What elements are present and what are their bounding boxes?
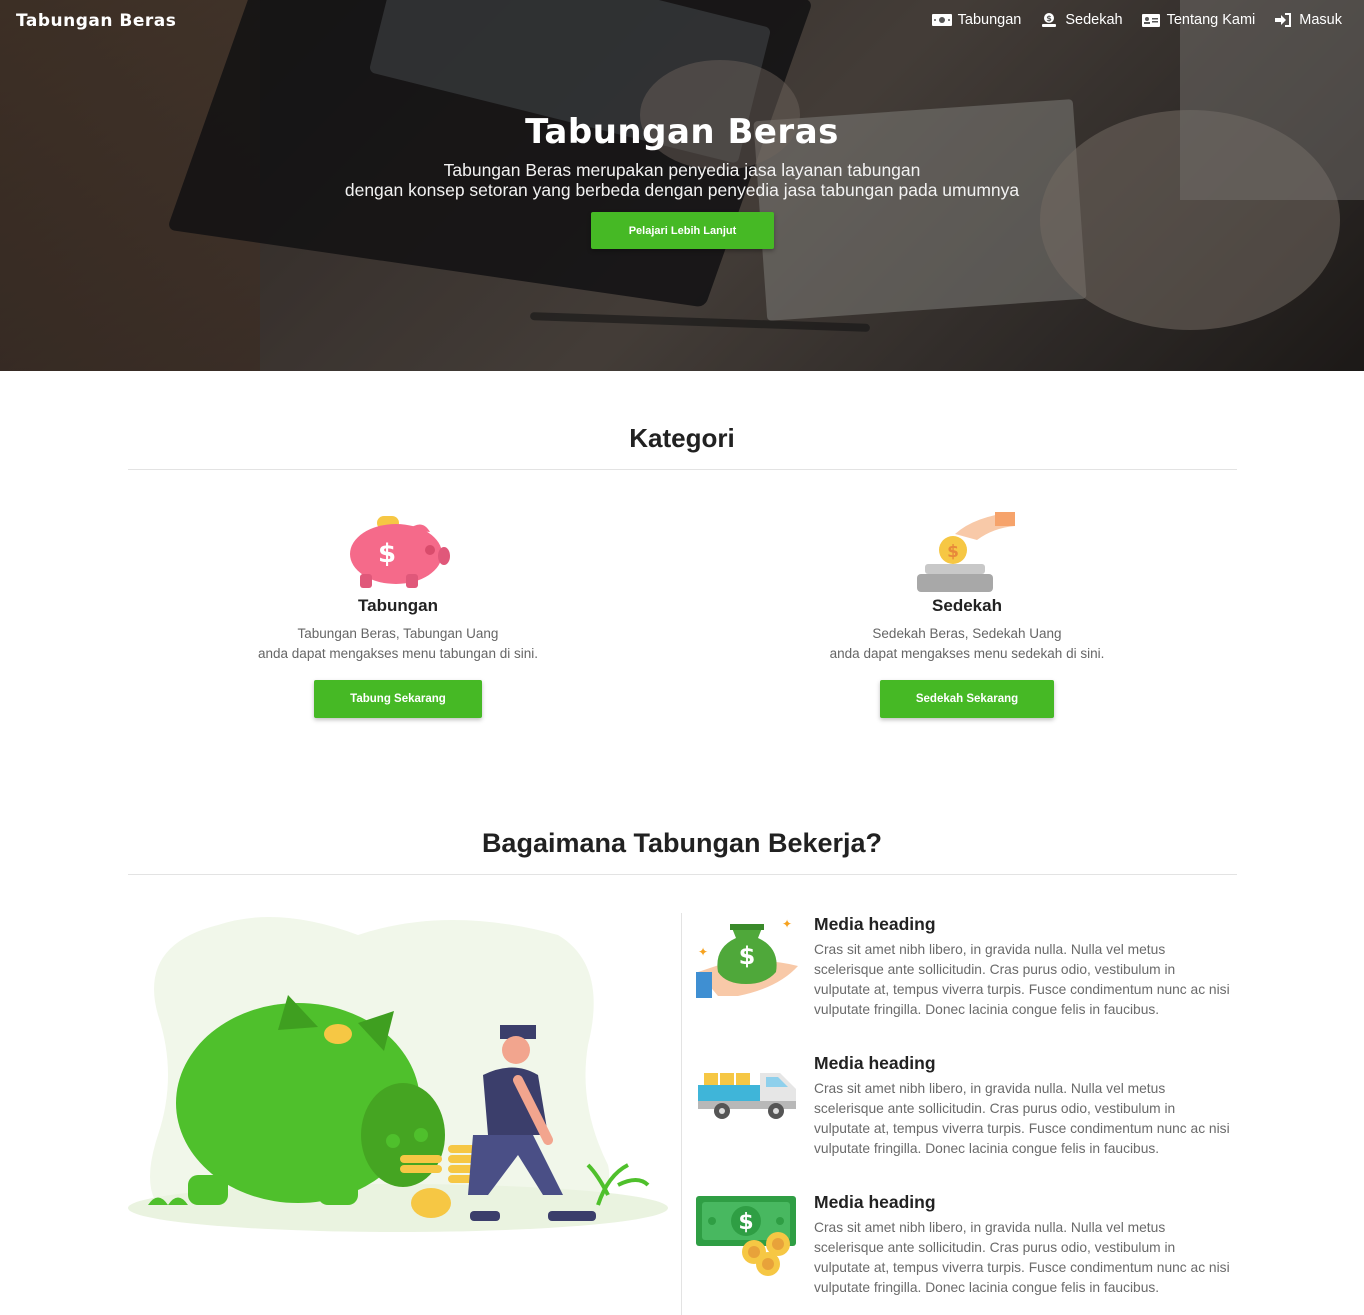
learn-more-button[interactable]: Pelajari Lebih Lanjut	[591, 212, 774, 249]
media-heading: Media heading	[814, 1192, 936, 1212]
navbar: Tabungan Beras Tabungan $ Sedekah Tentan…	[0, 0, 1364, 44]
category-desc: Tabungan Beras, Tabungan Uang anda dapat…	[218, 624, 578, 664]
nav-item-label: Masuk	[1299, 12, 1342, 28]
media-item: $ Media heading Cras sit amet nibh liber…	[696, 1192, 1236, 1315]
sign-in-icon	[1273, 12, 1293, 28]
svg-text:✦: ✦	[782, 917, 792, 931]
svg-text:$: $	[738, 1210, 753, 1235]
svg-text:$: $	[947, 542, 959, 562]
media-text: Cras sit amet nibh libero, in gravida nu…	[814, 942, 1230, 1017]
media-heading: Media heading	[814, 1053, 936, 1073]
category-desc-line1: Tabungan Beras, Tabungan Uang	[297, 626, 499, 641]
media-body: Media heading Cras sit amet nibh libero,…	[814, 914, 1234, 1020]
brand-logo[interactable]: Tabungan Beras	[16, 11, 176, 31]
hero-banner: Tabungan Beras Tabungan $ Sedekah Tentan…	[0, 0, 1364, 371]
money-bag-hand-icon: $ ✦ ✦	[696, 914, 800, 1000]
id-card-icon	[1141, 12, 1161, 28]
piggy-bank-person-illustration	[128, 905, 668, 1245]
media-text: Cras sit amet nibh libero, in gravida nu…	[814, 1081, 1230, 1156]
how-divider	[128, 874, 1237, 875]
delivery-truck-icon	[696, 1053, 800, 1139]
svg-text:$: $	[739, 942, 756, 970]
category-card-sedekah: $ Sedekah Sedekah Beras, Sedekah Uang an…	[787, 510, 1147, 664]
media-item: $ ✦ ✦ Media heading Cras sit amet nibh l…	[696, 914, 1236, 1044]
how-it-works-title: Bagaimana Tabungan Bekerja?	[481, 828, 883, 858]
hero-subtitle-line2: dengan konsep setoran yang berbeda denga…	[344, 180, 1020, 200]
tabung-sekarang-button[interactable]: Tabung Sekarang	[314, 680, 482, 718]
media-heading: Media heading	[814, 914, 936, 934]
nav-item-label: Sedekah	[1065, 12, 1123, 28]
nav-item-tentang-kami[interactable]: Tentang Kami	[1141, 12, 1256, 28]
media-item: Media heading Cras sit amet nibh libero,…	[696, 1053, 1236, 1183]
how-vertical-divider	[681, 913, 682, 1315]
svg-text:$: $	[378, 539, 396, 569]
media-text: Cras sit amet nibh libero, in gravida nu…	[814, 1220, 1230, 1295]
nav-item-masuk[interactable]: Masuk	[1273, 12, 1342, 28]
hero-title: Tabungan Beras	[525, 112, 839, 152]
nav-item-tabungan[interactable]: Tabungan	[931, 12, 1022, 28]
media-body: Media heading Cras sit amet nibh libero,…	[814, 1053, 1234, 1159]
money-bill-icon	[931, 12, 952, 28]
cash-coins-icon: $	[696, 1192, 800, 1278]
nav-item-sedekah[interactable]: $ Sedekah	[1039, 12, 1123, 28]
donate-icon: $	[1039, 12, 1059, 28]
sedekah-sekarang-button[interactable]: Sedekah Sekarang	[880, 680, 1054, 718]
hero-subtitle-line1: Tabungan Beras merupakan penyedia jasa l…	[443, 160, 921, 180]
hero-subtitle: Tabungan Beras merupakan penyedia jasa l…	[0, 160, 1364, 200]
category-desc-line1: Sedekah Beras, Sedekah Uang	[872, 626, 1062, 641]
category-desc-line2: anda dapat mengakses menu sedekah di sin…	[829, 646, 1105, 661]
piggy-bank-icon: $	[218, 510, 578, 596]
category-name: Tabungan	[358, 596, 438, 615]
category-desc: Sedekah Beras, Sedekah Uang anda dapat m…	[787, 624, 1147, 664]
category-desc-line2: anda dapat mengakses menu tabungan di si…	[258, 646, 538, 661]
svg-text:$: $	[1047, 14, 1053, 23]
nav-item-label: Tabungan	[957, 12, 1022, 28]
nav-item-label: Tentang Kami	[1166, 12, 1256, 28]
svg-text:✦: ✦	[698, 945, 708, 959]
media-body: Media heading Cras sit amet nibh libero,…	[814, 1192, 1234, 1298]
category-card-tabungan: $ Tabungan Tabungan Beras, Tabungan Uang…	[218, 510, 578, 664]
donation-hand-icon: $	[787, 510, 1147, 596]
kategori-divider	[128, 469, 1237, 470]
category-name: Sedekah	[932, 596, 1002, 615]
nav-menu: Tabungan $ Sedekah Tentang Kami Masuk	[931, 12, 1342, 28]
kategori-title: Kategori	[629, 423, 735, 453]
